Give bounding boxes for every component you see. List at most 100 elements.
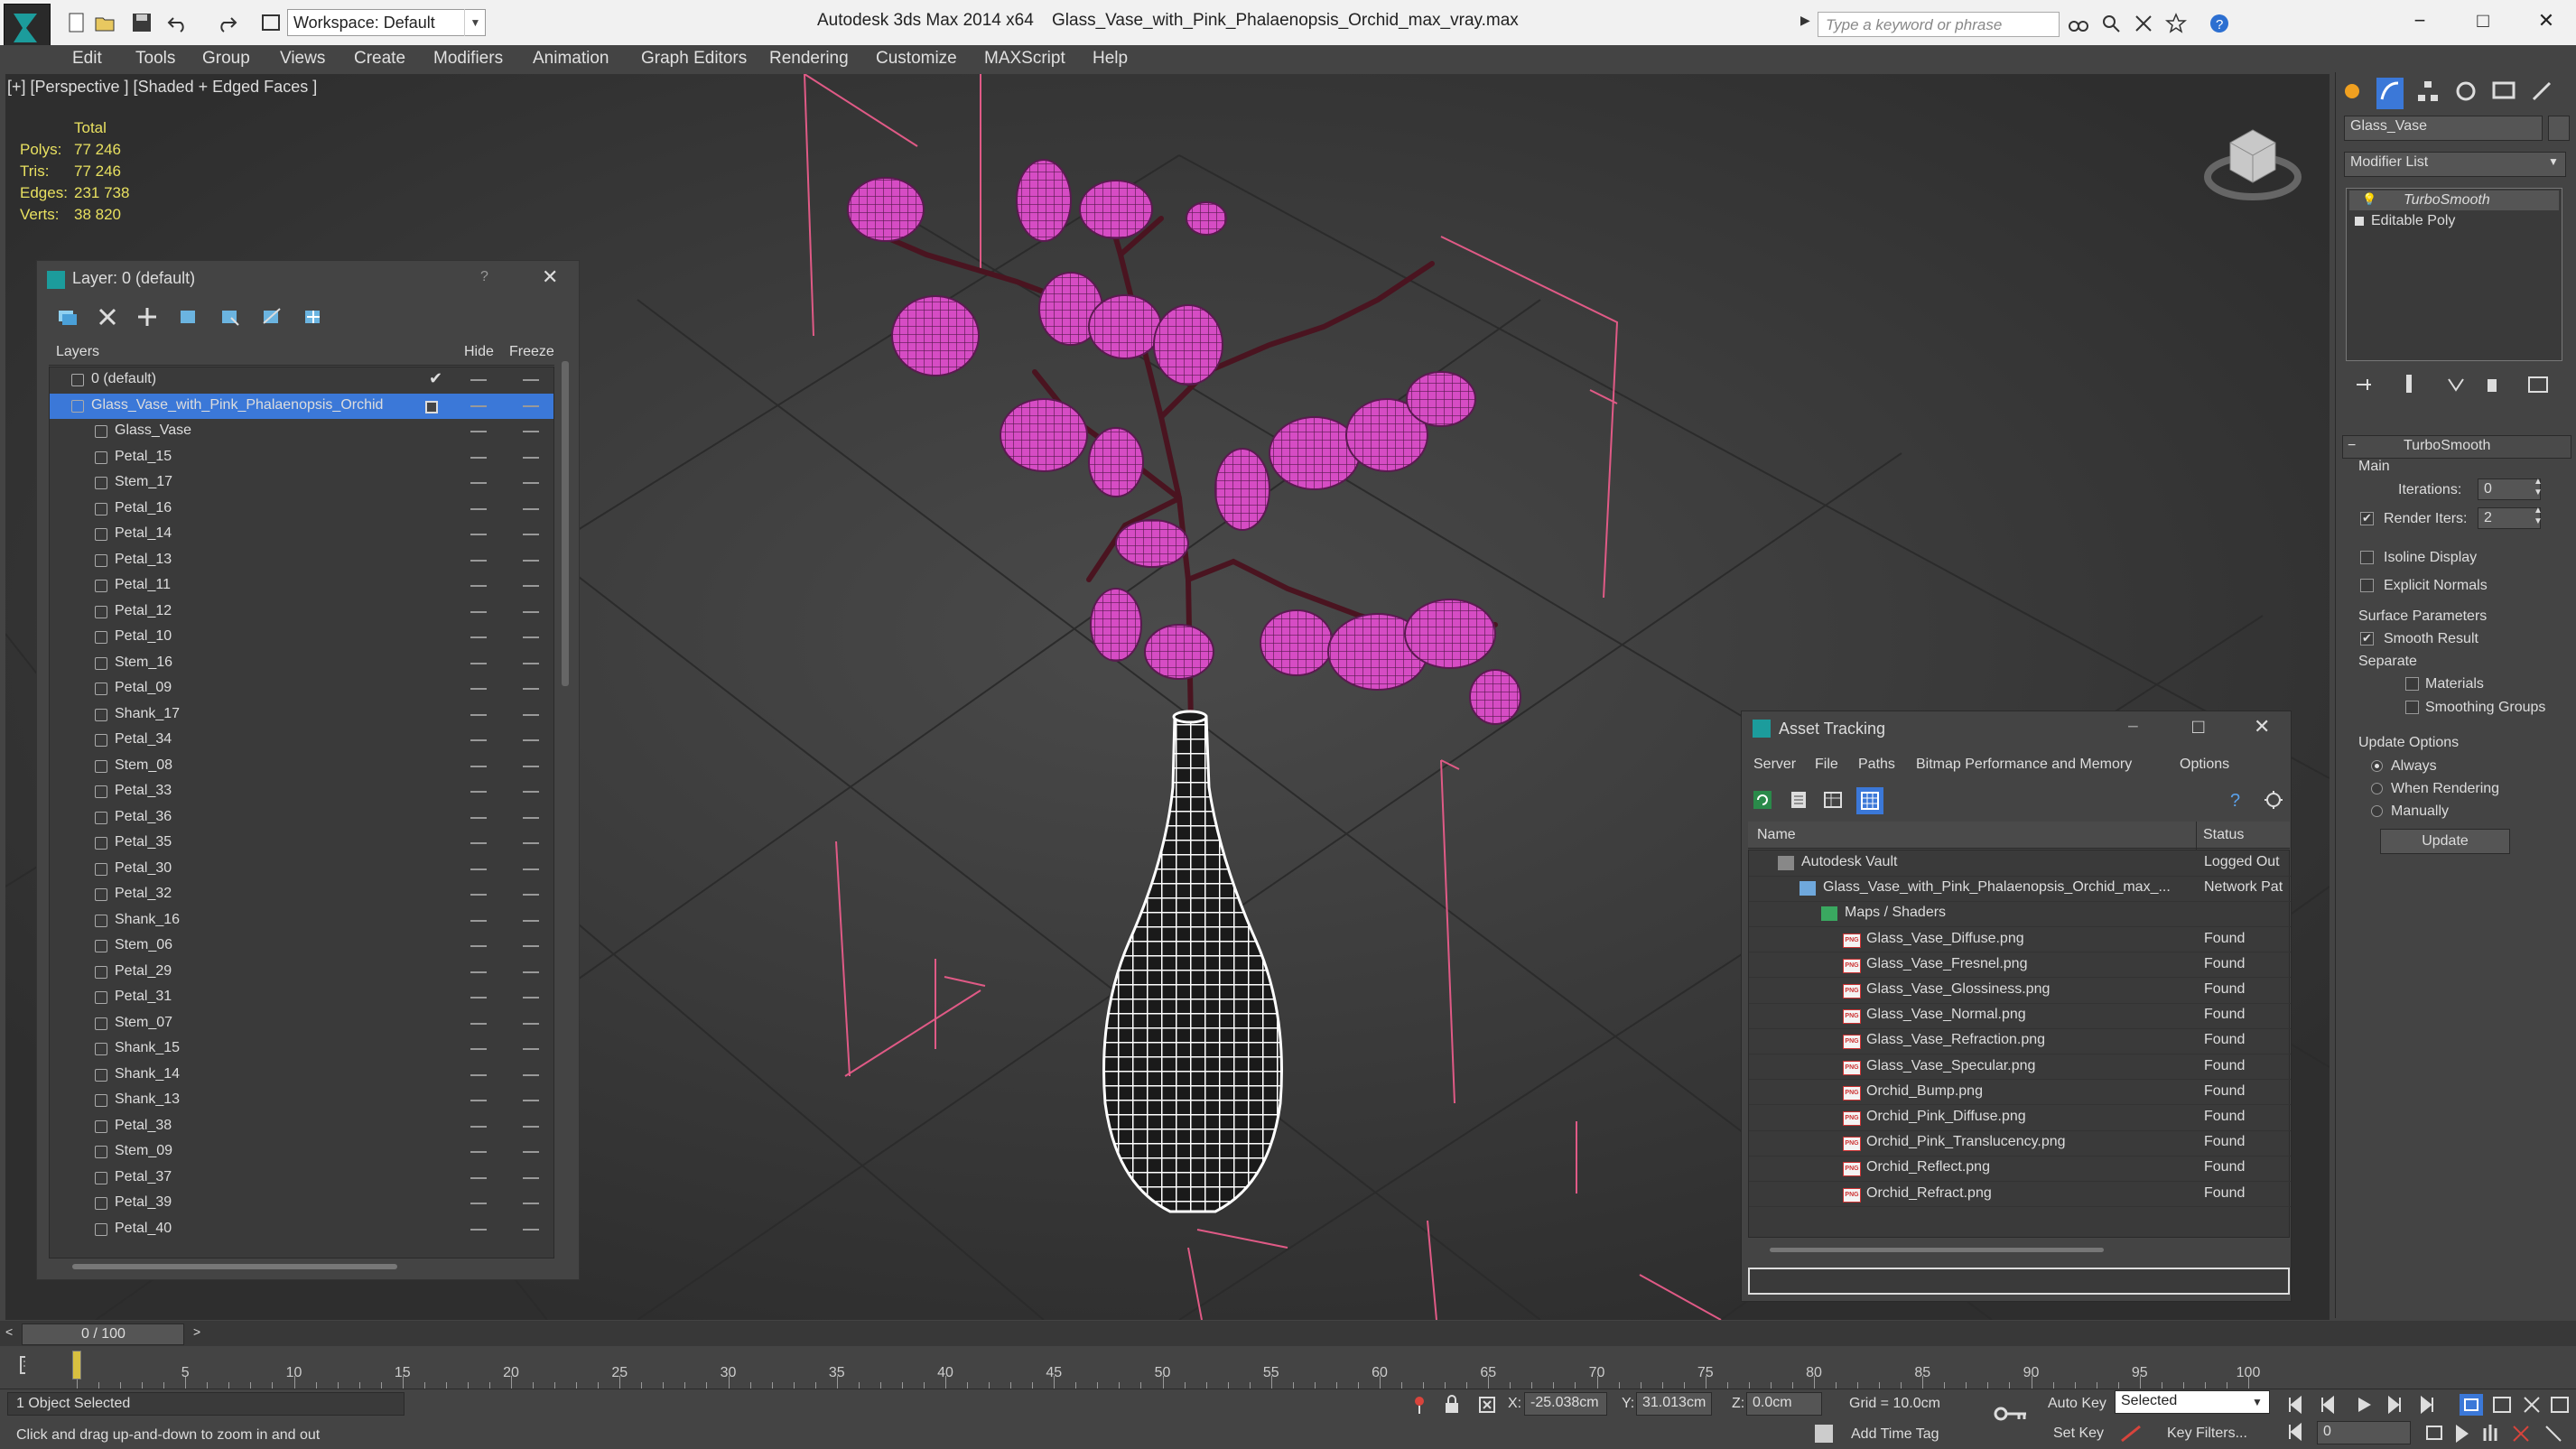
hide-toggle[interactable] bbox=[470, 482, 487, 484]
separate-materials-checkbox[interactable] bbox=[2405, 677, 2419, 691]
time-slider[interactable] bbox=[0, 1321, 2576, 1346]
layer-row[interactable]: Glass_Vase bbox=[50, 419, 553, 445]
asset-row[interactable]: PNG Orchid_Refract.png Found bbox=[1749, 1182, 2291, 1208]
modifier-list-dropdown[interactable]: Modifier List bbox=[2344, 152, 2566, 177]
menu-edit[interactable]: Edit bbox=[72, 45, 102, 72]
layer-row[interactable]: Petal_30 bbox=[50, 857, 553, 883]
asset-row[interactable]: PNG Glass_Vase_Normal.png Found bbox=[1749, 1003, 2291, 1029]
display-tab-icon[interactable] bbox=[2490, 78, 2517, 109]
column-hide[interactable]: Hide bbox=[464, 344, 494, 360]
create-tab-icon[interactable] bbox=[2339, 78, 2366, 109]
render-iters-spinner[interactable]: ▲ ▼ bbox=[2534, 506, 2543, 527]
hide-toggle[interactable] bbox=[470, 868, 487, 870]
show-end-result-icon[interactable] bbox=[2398, 372, 2420, 400]
set-key-mode-icon[interactable] bbox=[1994, 1403, 2030, 1429]
layer-row[interactable]: Glass_Vase_with_Pink_Phalaenopsis_Orchid bbox=[50, 393, 553, 419]
active-layer-checkmark[interactable]: ✔ bbox=[429, 369, 442, 388]
hide-toggle[interactable] bbox=[470, 1048, 487, 1050]
hide-toggle[interactable] bbox=[470, 662, 487, 664]
freeze-toggle[interactable] bbox=[523, 1228, 539, 1231]
hide-toggle[interactable] bbox=[470, 636, 487, 638]
asset-horizontal-scrollbar[interactable] bbox=[1770, 1248, 2104, 1252]
layer-row[interactable]: Petal_40 bbox=[50, 1217, 553, 1243]
pin-stack-icon[interactable] bbox=[2353, 374, 2375, 400]
asset-menu-server[interactable]: Server bbox=[1753, 757, 1796, 773]
freeze-toggle[interactable] bbox=[523, 791, 539, 793]
layer-row[interactable]: Petal_36 bbox=[50, 805, 553, 831]
freeze-toggle[interactable] bbox=[523, 1125, 539, 1128]
minimize-button[interactable]: − bbox=[2402, 7, 2438, 34]
layer-list-scrollbar[interactable] bbox=[562, 361, 569, 686]
go-to-start-icon[interactable] bbox=[2284, 1421, 2311, 1447]
layer-row[interactable]: Petal_34 bbox=[50, 728, 553, 754]
freeze-toggle[interactable] bbox=[523, 1100, 539, 1101]
object-color-swatch[interactable] bbox=[2548, 116, 2570, 141]
smoothing-groups-checkbox[interactable] bbox=[2405, 701, 2419, 714]
column-name[interactable]: Name bbox=[1757, 827, 1796, 843]
menu-customize[interactable]: Customize bbox=[876, 45, 957, 72]
freeze-toggle[interactable] bbox=[523, 1203, 539, 1204]
layer-row[interactable]: Shank_14 bbox=[50, 1063, 553, 1089]
hide-toggle[interactable] bbox=[470, 507, 487, 510]
isoline-display-checkbox[interactable] bbox=[2360, 551, 2374, 564]
layer-row[interactable]: Petal_37 bbox=[50, 1166, 553, 1192]
add-to-layer-icon[interactable] bbox=[135, 305, 159, 333]
hide-toggle[interactable] bbox=[470, 971, 487, 973]
hide-toggle[interactable] bbox=[470, 456, 487, 459]
close-button[interactable]: ✕ bbox=[2528, 7, 2564, 34]
freeze-toggle[interactable] bbox=[523, 431, 539, 432]
freeze-toggle[interactable] bbox=[523, 739, 539, 741]
asset-menu-file[interactable]: File bbox=[1815, 757, 1838, 773]
object-name-field[interactable]: Glass_Vase bbox=[2344, 116, 2543, 141]
render-iters-input[interactable]: 2 bbox=[2478, 507, 2541, 529]
freeze-toggle[interactable] bbox=[523, 456, 539, 459]
asset-row[interactable]: PNG Orchid_Bump.png Found bbox=[1749, 1080, 2291, 1106]
chevron-down-icon[interactable]: ▼ bbox=[2252, 1396, 2263, 1408]
hide-toggle[interactable] bbox=[470, 1151, 487, 1153]
freeze-toggle[interactable] bbox=[523, 1048, 539, 1050]
delete-layer-icon[interactable] bbox=[96, 305, 119, 333]
lightbulb-icon[interactable]: 💡 bbox=[2362, 192, 2376, 207]
asset-row[interactable]: Autodesk Vault Logged Out bbox=[1749, 850, 2291, 877]
isolate-selection-icon[interactable] bbox=[1410, 1394, 1428, 1420]
hide-toggle[interactable] bbox=[470, 919, 487, 922]
menu-views[interactable]: Views bbox=[280, 45, 325, 72]
column-status[interactable]: Status bbox=[2203, 827, 2244, 843]
layer-close-button[interactable]: ✕ bbox=[542, 265, 558, 289]
layer-row[interactable]: Petal_14 bbox=[50, 522, 553, 548]
track-bar[interactable]: 5 10 15 20 25 30 35 40 45 50 55 60 65 70 75 80 85 90 95 100 bbox=[25, 1349, 2274, 1389]
stack-item-editable-poly[interactable]: Editable Poly bbox=[2371, 213, 2455, 229]
chevron-down-icon[interactable]: ▼ bbox=[464, 9, 486, 36]
hide-toggle[interactable] bbox=[470, 765, 487, 767]
layer-row[interactable]: Petal_33 bbox=[50, 779, 553, 805]
freeze-toggle[interactable] bbox=[523, 610, 539, 613]
layer-row[interactable]: Petal_16 bbox=[50, 497, 553, 523]
search-expand-icon[interactable]: ▶ bbox=[1800, 13, 1810, 28]
chevron-down-icon[interactable]: ▼ bbox=[2548, 155, 2559, 168]
time-tag-icon[interactable] bbox=[1815, 1425, 1833, 1443]
layer-row[interactable]: Shank_13 bbox=[50, 1088, 553, 1114]
motion-tab-icon[interactable] bbox=[2452, 78, 2479, 109]
communication-center-icon[interactable] bbox=[2133, 13, 2154, 34]
hide-toggle[interactable] bbox=[470, 534, 487, 535]
render-iters-checkbox[interactable] bbox=[2360, 512, 2374, 525]
hide-toggle[interactable] bbox=[470, 431, 487, 432]
freeze-toggle[interactable] bbox=[523, 868, 539, 870]
hide-toggle[interactable] bbox=[470, 1176, 487, 1179]
hierarchy-tab-icon[interactable] bbox=[2414, 78, 2441, 109]
menu-modifiers[interactable]: Modifiers bbox=[433, 45, 503, 72]
utilities-tab-icon[interactable] bbox=[2528, 78, 2555, 109]
hide-toggle[interactable] bbox=[470, 404, 487, 407]
asset-menu-paths[interactable]: Paths bbox=[1858, 757, 1895, 773]
hide-toggle[interactable] bbox=[470, 610, 487, 613]
key-filters-button[interactable]: Key Filters... bbox=[2167, 1426, 2247, 1442]
y-coordinate-field[interactable]: 31.013cm bbox=[1636, 1392, 1712, 1416]
freeze-toggle[interactable] bbox=[523, 662, 539, 664]
freeze-toggle[interactable] bbox=[523, 534, 539, 535]
layer-help-button[interactable]: ? bbox=[480, 269, 488, 285]
layer-row[interactable]: Stem_09 bbox=[50, 1139, 553, 1166]
layer-row[interactable]: Stem_06 bbox=[50, 933, 553, 960]
update-manually-radio[interactable] bbox=[2371, 805, 2383, 817]
binoculars-icon[interactable] bbox=[2068, 13, 2089, 34]
key-filter-icon[interactable] bbox=[2118, 1423, 2145, 1449]
